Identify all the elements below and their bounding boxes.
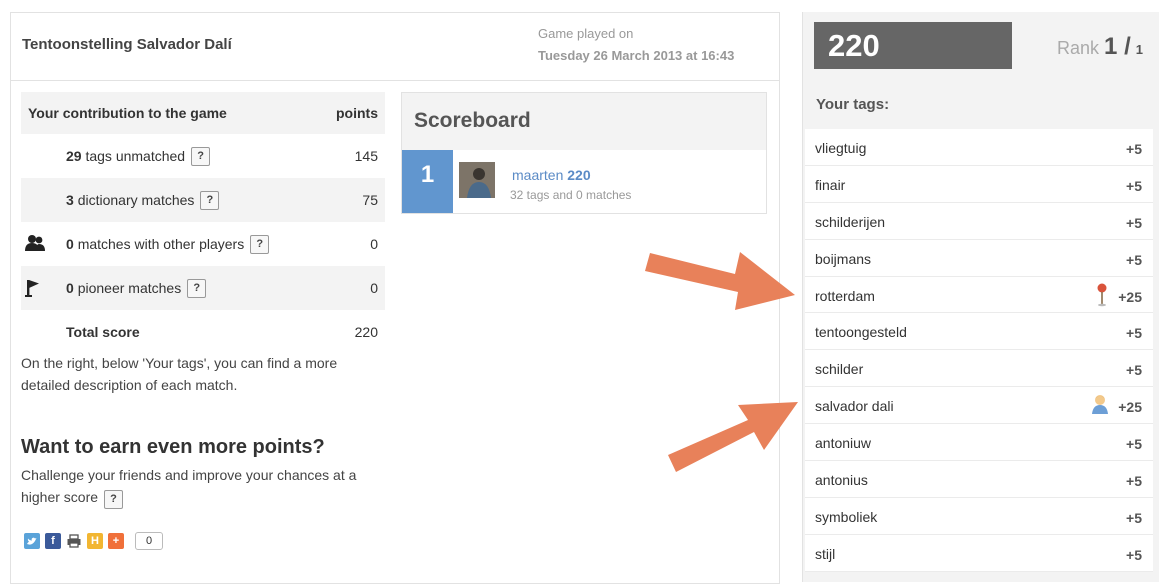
row-points: 0 — [370, 236, 378, 252]
points-header: points — [336, 105, 378, 121]
list-item: vliegtuig +5 — [805, 129, 1153, 166]
list-item: boijmans +5 — [805, 240, 1153, 277]
table-row: 29 tags unmatched? 145 — [21, 134, 385, 178]
help-button[interactable]: ? — [200, 190, 220, 210]
help-button[interactable]: ? — [191, 146, 211, 166]
hyves-icon[interactable]: H — [87, 533, 103, 549]
facebook-icon[interactable]: f — [45, 533, 61, 549]
list-item: schilderijen +5 — [805, 203, 1153, 240]
row-points: 145 — [354, 148, 378, 164]
addthis-icon[interactable]: + — [108, 533, 124, 549]
played-on-date: Tuesday 26 March 2013 at 16:43 — [538, 48, 735, 63]
total-value: 220 — [354, 324, 378, 340]
rank: Rank 1 / 1 — [1057, 33, 1143, 60]
player-summary: 32 tags and 0 matches — [510, 188, 632, 202]
earn-more-title: Want to earn even more points? — [21, 436, 325, 458]
row-points: 0 — [370, 280, 378, 296]
row-label: tags unmatched — [85, 148, 186, 164]
list-item: rotterdam +25 — [805, 277, 1153, 314]
row-count: 3 — [66, 192, 74, 208]
player-name[interactable]: maarten 220 — [512, 167, 591, 183]
list-item: schilder +5 — [805, 350, 1153, 388]
share-count: 0 — [135, 532, 164, 550]
share-bar: f H + 0 — [24, 532, 164, 550]
played-on-label: Game played on — [538, 26, 634, 41]
row-count: 0 — [66, 280, 74, 296]
table-row: 0 pioneer matches? 0 — [21, 266, 385, 310]
row-points: 75 — [362, 192, 378, 208]
list-item: stijl +5 — [805, 535, 1153, 572]
list-item: tentoongesteld +5 — [805, 313, 1153, 351]
pin-icon — [1095, 283, 1109, 310]
earn-more-text: Challenge your friends and improve your … — [21, 464, 391, 509]
row-label: pioneer matches — [77, 280, 182, 296]
scoreboard: Scoreboard 1 maarten 220 32 tags and 0 m… — [401, 92, 767, 214]
scoreboard-header: Scoreboard — [402, 93, 766, 150]
list-item: antonius +5 — [805, 461, 1153, 498]
total-row: Total score 220 — [21, 310, 385, 354]
table-row: 0 matches with other players? 0 — [21, 222, 385, 266]
list-item: salvador dali +25 — [805, 387, 1153, 425]
header-divider — [10, 80, 780, 81]
help-button[interactable]: ? — [250, 234, 270, 254]
flag-icon — [24, 278, 44, 301]
row-label: dictionary matches — [77, 192, 195, 208]
contribution-header-label: Your contribution to the game — [28, 105, 227, 121]
person-icon — [1091, 393, 1109, 418]
help-button[interactable]: ? — [104, 490, 124, 509]
row-count: 0 — [66, 236, 74, 252]
twitter-icon[interactable] — [24, 533, 40, 549]
help-button[interactable]: ? — [187, 278, 207, 298]
people-icon — [24, 234, 46, 255]
contribution-table: Your contribution to the game points 29 … — [21, 92, 385, 354]
total-label: Total score — [66, 324, 140, 340]
your-tags-title: Your tags: — [816, 96, 890, 113]
list-item: finair +5 — [805, 166, 1153, 203]
print-icon[interactable] — [66, 533, 82, 549]
row-label: matches with other players — [77, 236, 245, 252]
scoreboard-title: Scoreboard — [414, 109, 531, 132]
total-score: 220 — [814, 22, 1012, 69]
list-item: antoniuw +5 — [805, 424, 1153, 462]
row-count: 29 — [66, 148, 82, 164]
scoreboard-rank: 1 — [402, 150, 453, 213]
game-title: Tentoonstelling Salvador Dalí — [22, 36, 232, 53]
list-item: symboliek +5 — [805, 498, 1153, 535]
avatar — [459, 162, 495, 198]
tag-list: vliegtuig +5 finair +5 schilderijen +5 boij… — [805, 129, 1153, 572]
contribution-header: Your contribution to the game points — [21, 92, 385, 134]
tags-explanation: On the right, below 'Your tags', you can… — [21, 355, 338, 393]
table-row: 3 dictionary matches? 75 — [21, 178, 385, 222]
